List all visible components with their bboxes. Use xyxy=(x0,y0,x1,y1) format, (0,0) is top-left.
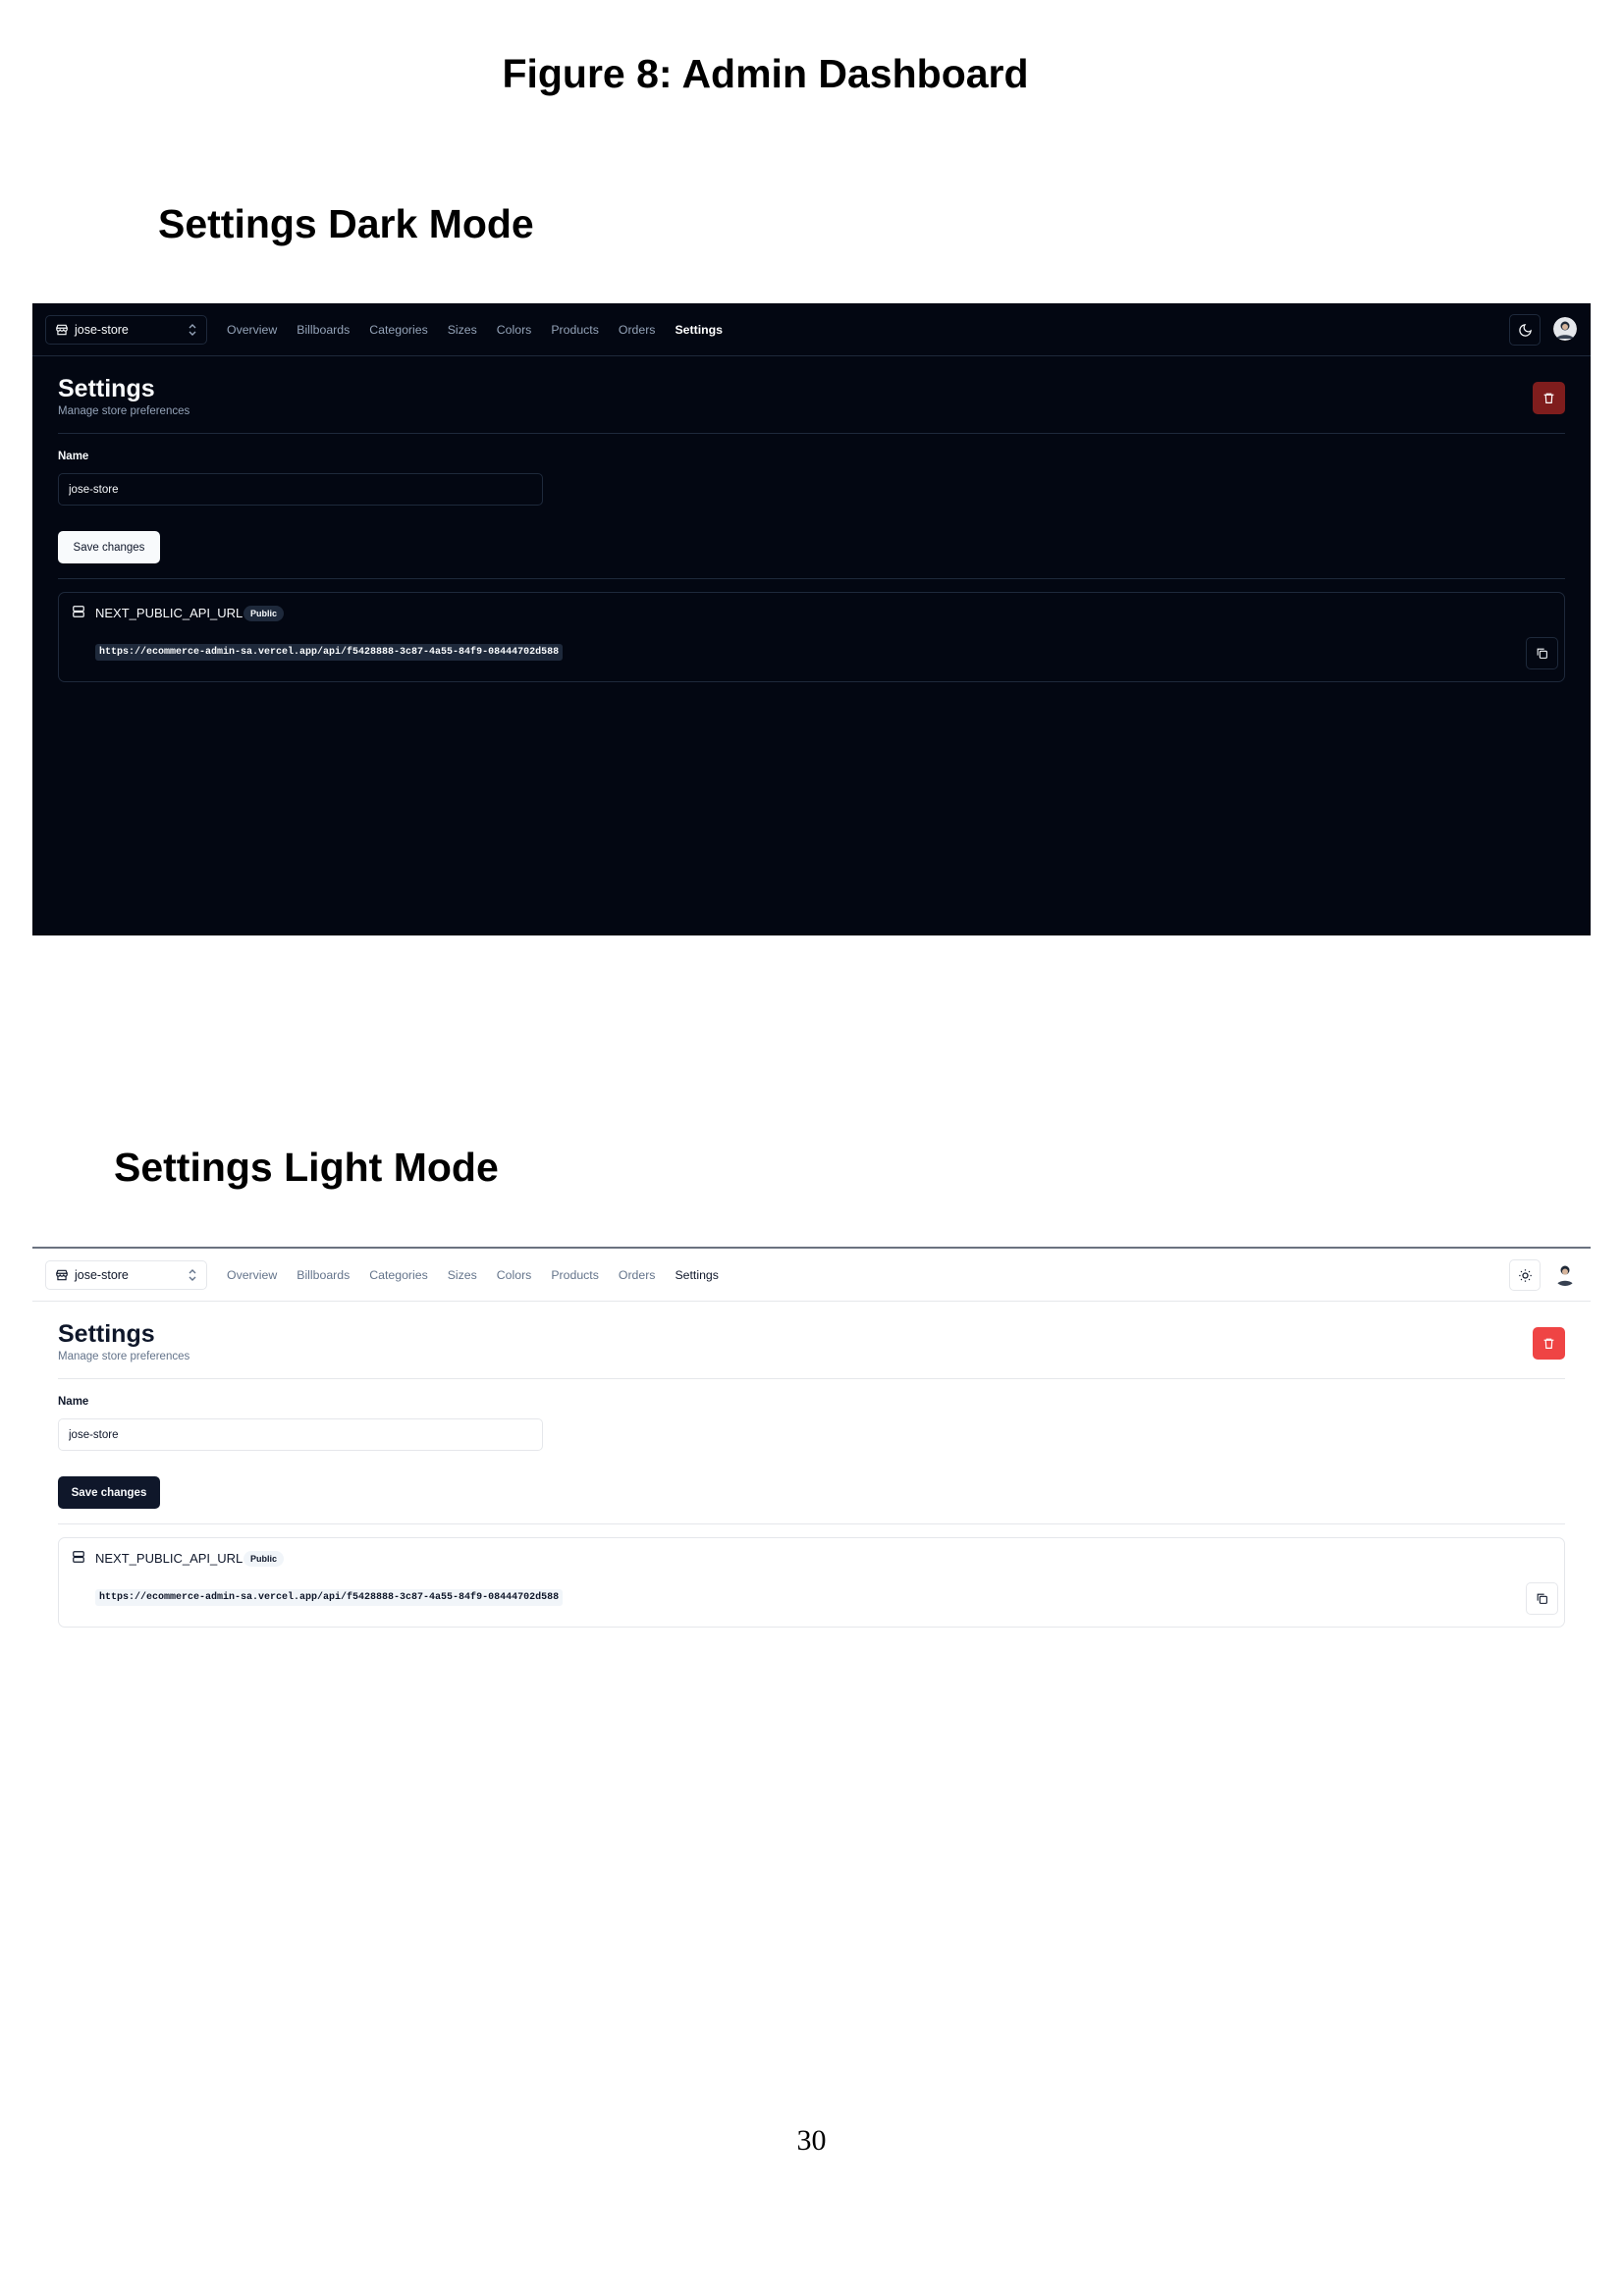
server-icon xyxy=(73,1551,84,1563)
copy-button[interactable] xyxy=(1526,637,1558,669)
user-avatar[interactable] xyxy=(1553,1262,1577,1286)
nav-categories[interactable]: Categories xyxy=(369,323,427,337)
api-alert-card: NEXT_PUBLIC_API_URL Public https://ecomm… xyxy=(58,1537,1565,1628)
figure-title-text: Figure 8: Admin Dashboard xyxy=(502,51,1029,96)
store-switcher[interactable]: jose-store xyxy=(45,315,207,345)
delete-store-button[interactable] xyxy=(1533,1327,1565,1360)
avatar-image xyxy=(1553,317,1577,341)
page-title: Settings xyxy=(58,375,155,402)
theme-toggle-button[interactable] xyxy=(1509,314,1541,346)
store-icon xyxy=(56,324,68,336)
sun-icon xyxy=(1518,1268,1532,1282)
name-label: Name xyxy=(58,451,89,462)
copy-icon xyxy=(1537,1593,1547,1604)
name-input[interactable] xyxy=(58,473,543,506)
main-nav: Overview Billboards Categories Sizes Col… xyxy=(227,303,723,356)
nav-orders[interactable]: Orders xyxy=(619,1268,656,1282)
figure-title: Figure 8: Admin Dashboard xyxy=(0,51,1623,97)
api-url: https://ecommerce-admin-sa.vercel.app/ap… xyxy=(95,644,564,661)
nav-billboards[interactable]: Billboards xyxy=(297,323,350,337)
nav-sizes[interactable]: Sizes xyxy=(448,1268,477,1282)
main-nav: Overview Billboards Categories Sizes Col… xyxy=(227,1249,719,1302)
separator xyxy=(58,1523,1565,1524)
delete-store-button[interactable] xyxy=(1533,382,1565,414)
settings-screenshot-light: jose-store Overview Billboards Categorie… xyxy=(32,1247,1591,1639)
separator xyxy=(58,578,1565,579)
separator xyxy=(58,1378,1565,1379)
save-changes-button[interactable]: Save changes xyxy=(58,531,160,563)
api-alert-card: NEXT_PUBLIC_API_URL Public https://ecomm… xyxy=(58,592,1565,682)
store-switcher-label: jose-store xyxy=(75,1268,129,1282)
separator xyxy=(58,433,1565,434)
copy-icon xyxy=(1537,648,1547,659)
server-icon xyxy=(73,606,84,617)
page-title: Settings xyxy=(58,1320,155,1348)
trash-icon xyxy=(1543,1338,1554,1349)
section-heading-light: Settings Light Mode xyxy=(114,1145,499,1190)
nav-settings[interactable]: Settings xyxy=(675,323,723,337)
navbar: jose-store Overview Billboards Categorie… xyxy=(32,1249,1591,1302)
page-subtitle: Manage store preferences xyxy=(58,1351,190,1362)
nav-categories[interactable]: Categories xyxy=(369,1268,427,1282)
api-variable-name: NEXT_PUBLIC_API_URL xyxy=(95,606,243,620)
chevrons-up-down-icon xyxy=(189,324,196,336)
nav-products[interactable]: Products xyxy=(551,323,599,337)
public-badge: Public xyxy=(243,606,285,621)
nav-colors[interactable]: Colors xyxy=(497,1268,532,1282)
name-input[interactable] xyxy=(58,1418,543,1451)
section-heading-dark: Settings Dark Mode xyxy=(158,201,534,246)
user-avatar[interactable] xyxy=(1553,317,1577,341)
settings-screenshot-dark: jose-store Overview Billboards Categorie… xyxy=(32,303,1591,935)
nav-colors[interactable]: Colors xyxy=(497,323,532,337)
nav-overview[interactable]: Overview xyxy=(227,1268,277,1282)
store-icon xyxy=(56,1269,68,1281)
nav-billboards[interactable]: Billboards xyxy=(297,1268,350,1282)
page-subtitle: Manage store preferences xyxy=(58,405,190,417)
api-variable-name: NEXT_PUBLIC_API_URL xyxy=(95,1551,243,1566)
nav-overview[interactable]: Overview xyxy=(227,323,277,337)
moon-icon xyxy=(1518,323,1532,337)
navbar: jose-store Overview Billboards Categorie… xyxy=(32,303,1591,356)
store-switcher[interactable]: jose-store xyxy=(45,1260,207,1290)
theme-toggle-button[interactable] xyxy=(1509,1259,1541,1291)
name-label: Name xyxy=(58,1396,89,1408)
nav-settings[interactable]: Settings xyxy=(675,1268,718,1282)
page-number: 30 xyxy=(796,2124,827,2157)
nav-products[interactable]: Products xyxy=(551,1268,599,1282)
save-changes-button[interactable]: Save changes xyxy=(58,1476,160,1509)
chevrons-up-down-icon xyxy=(189,1269,196,1281)
trash-icon xyxy=(1543,393,1554,403)
nav-sizes[interactable]: Sizes xyxy=(448,323,477,337)
copy-button[interactable] xyxy=(1526,1582,1558,1615)
avatar-image xyxy=(1553,1262,1577,1286)
public-badge: Public xyxy=(243,1551,285,1567)
nav-orders[interactable]: Orders xyxy=(619,323,656,337)
store-switcher-label: jose-store xyxy=(75,323,129,337)
api-url: https://ecommerce-admin-sa.vercel.app/ap… xyxy=(95,1589,564,1606)
